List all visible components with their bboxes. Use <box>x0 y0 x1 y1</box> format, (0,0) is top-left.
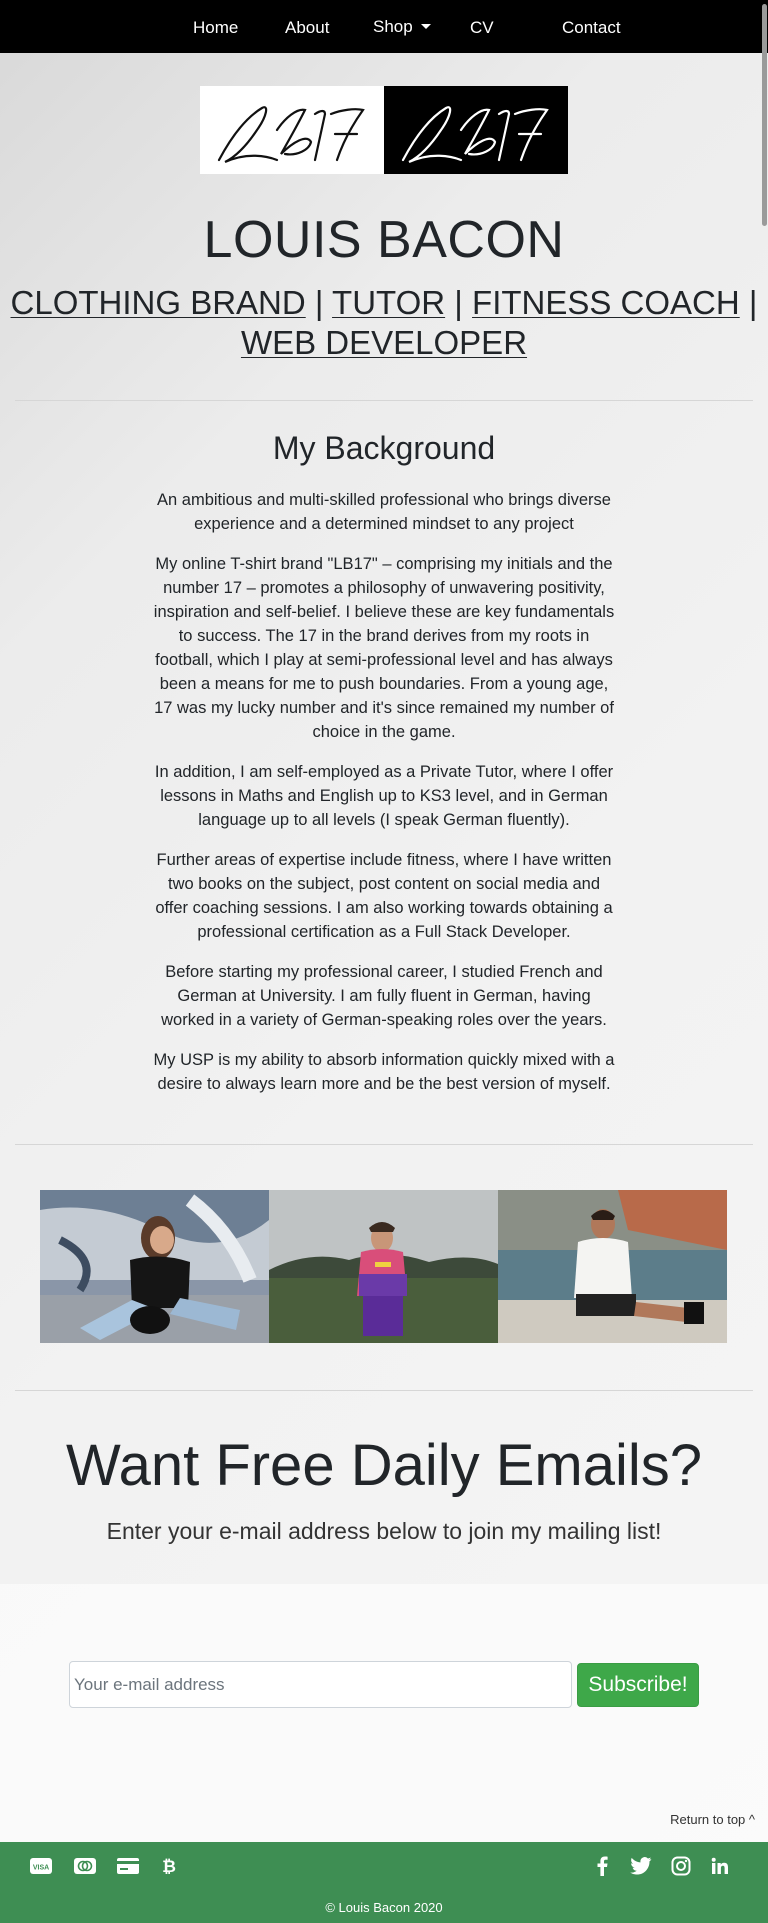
role-tutor-link[interactable]: TUTOR <box>332 284 445 321</box>
credit-card-icon <box>115 1854 141 1878</box>
visa-icon: VISA <box>28 1854 54 1878</box>
bio-paragraph: My online T-shirt brand "LB17" – compris… <box>153 555 615 741</box>
role-separator: | <box>314 284 324 321</box>
bio-paragraph: Before starting my professional career, … <box>161 963 607 1029</box>
email-input[interactable] <box>69 1661 572 1708</box>
instagram-icon[interactable] <box>668 1854 694 1878</box>
mastercard-icon <box>72 1854 98 1878</box>
facebook-icon[interactable] <box>589 1854 615 1878</box>
nav-shop-dropdown[interactable]: Shop <box>373 0 431 53</box>
copyright-text: © Louis Bacon 2020 <box>325 1900 443 1915</box>
return-to-top-link[interactable]: Return to top ^ <box>640 1812 755 1827</box>
lb17-logo <box>200 86 569 174</box>
role-separator: | <box>748 284 758 321</box>
divider <box>15 1390 753 1391</box>
divider <box>15 1144 753 1145</box>
bio-paragraph: My USP is my ability to absorb informati… <box>153 1051 615 1093</box>
background-text: An ambitious and multi-skilled professio… <box>150 488 618 1112</box>
logo-dark <box>384 86 568 174</box>
role-clothing-brand-link[interactable]: CLOTHING BRAND <box>11 284 306 321</box>
top-navbar: Home About Shop CV Contact <box>0 0 768 53</box>
logo-light <box>200 86 384 174</box>
page-title: LOUIS BACON <box>203 211 565 269</box>
svg-text:₿: ₿ <box>162 1857 176 1877</box>
scrollbar-thumb[interactable] <box>762 4 767 226</box>
caret-down-icon <box>420 24 431 29</box>
svg-text:VISA: VISA <box>33 1865 49 1872</box>
bio-paragraph: In addition, I am self-employed as a Pri… <box>154 763 614 829</box>
photo-gallery <box>40 1190 728 1343</box>
signup-section <box>0 1584 768 1842</box>
role-separator: | <box>454 284 463 321</box>
footer: VISA ₿ © Louis Bacon 2020 <box>0 1842 768 1923</box>
bitcoin-icon: ₿ <box>156 1854 182 1878</box>
role-fitness-coach-link[interactable]: FITNESS COACH <box>472 284 740 321</box>
roles-links: CLOTHING BRAND | TUTOR | FITNESS COACH |… <box>10 283 758 363</box>
mailing-list-heading: Want Free Daily Emails? <box>65 1433 703 1498</box>
nav-cv-link[interactable]: CV <box>470 0 494 53</box>
bio-paragraph: Further areas of expertise include fitne… <box>155 851 613 941</box>
linkedin-icon[interactable] <box>707 1854 733 1878</box>
gallery-photo-footballer <box>269 1190 498 1343</box>
twitter-icon[interactable] <box>628 1854 654 1878</box>
gallery-photo-man-poolside <box>498 1190 727 1343</box>
gallery-photo-woman-tshirt <box>40 1190 269 1343</box>
mailing-list-subtitle: Enter your e-mail address below to join … <box>106 1518 662 1544</box>
bio-paragraph: An ambitious and multi-skilled professio… <box>157 491 611 533</box>
role-web-developer-link[interactable]: WEB DEVELOPER <box>241 324 527 361</box>
nav-contact-link[interactable]: Contact <box>562 0 621 53</box>
subscribe-button[interactable]: Subscribe! <box>577 1663 699 1707</box>
divider <box>15 400 753 401</box>
nav-about-link[interactable]: About <box>285 0 329 53</box>
nav-shop-label: Shop <box>373 17 413 36</box>
background-heading: My Background <box>272 430 496 466</box>
nav-home-link[interactable]: Home <box>193 0 238 53</box>
